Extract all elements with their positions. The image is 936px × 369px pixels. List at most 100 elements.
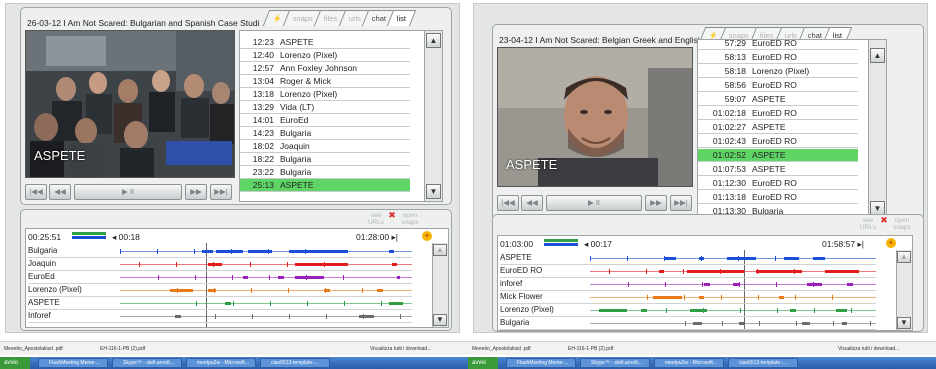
show-all-downloads[interactable]: Visualizza tutti i download... bbox=[838, 344, 899, 354]
speaking-segment[interactable] bbox=[207, 289, 217, 292]
speaking-segment[interactable] bbox=[359, 315, 375, 318]
taskbar-item[interactable]: Skype™ - stefi.arredi... bbox=[112, 358, 182, 368]
list-item[interactable]: 23:22 Bulgaria bbox=[240, 166, 410, 179]
see-urls-button[interactable]: see URLs bbox=[367, 212, 385, 226]
speaking-segment[interactable] bbox=[801, 322, 811, 325]
speaking-segment[interactable] bbox=[207, 263, 223, 266]
add-bubble-icon[interactable]: + bbox=[422, 231, 432, 241]
list-item[interactable]: 18:02 Joaquin bbox=[240, 140, 410, 153]
scroll-up-button[interactable]: ▲ bbox=[426, 33, 441, 48]
list-item[interactable]: 13:18 Lorenzo (Pixel) bbox=[240, 88, 410, 101]
speaking-segment[interactable] bbox=[641, 309, 648, 312]
timeline-scroll-up[interactable]: ▲ bbox=[433, 244, 447, 256]
play-pause-button[interactable]: ▶ II bbox=[546, 195, 642, 211]
download-item[interactable]: Meeetio_Apostolakisd .pdf bbox=[472, 344, 531, 354]
speaking-segment[interactable] bbox=[690, 309, 708, 312]
list-item[interactable]: 01:12:30 EuroED RO bbox=[698, 177, 858, 190]
rewind-button[interactable]: ◀◀ bbox=[521, 195, 543, 211]
speaking-segment[interactable] bbox=[598, 309, 628, 312]
speaking-segment[interactable] bbox=[824, 270, 859, 273]
speaking-segment[interactable] bbox=[388, 302, 404, 305]
speaking-segment[interactable] bbox=[295, 263, 348, 266]
taskbar-item[interactable]: FlashMeeting Meme-... bbox=[38, 358, 108, 368]
taskbar-item[interactable]: FlashMeeting Meme-... bbox=[506, 358, 576, 368]
list-item[interactable]: 25:13 ASPETE bbox=[240, 179, 410, 192]
speaking-segment[interactable] bbox=[692, 322, 702, 325]
speaking-segment[interactable] bbox=[687, 270, 745, 273]
list-item[interactable]: 01:07:53 ASPETE bbox=[698, 163, 858, 176]
show-all-downloads[interactable]: Visualizza tutti i download... bbox=[370, 344, 431, 354]
list-item[interactable]: 01:02:43 EuroED RO bbox=[698, 135, 858, 148]
list-item[interactable]: 18:22 Bulgaria bbox=[240, 153, 410, 166]
close-icon[interactable]: ✖ bbox=[387, 211, 397, 220]
speaking-segment[interactable] bbox=[698, 296, 705, 299]
speaking-segment[interactable] bbox=[778, 296, 785, 299]
speaking-segment[interactable] bbox=[704, 283, 711, 286]
speaking-segment[interactable] bbox=[201, 250, 214, 253]
list-item[interactable]: 01:02:27 ASPETE bbox=[698, 121, 858, 134]
close-icon[interactable]: ✖ bbox=[879, 216, 889, 225]
speaking-segment[interactable] bbox=[295, 276, 325, 279]
list-item[interactable]: 14:23 Bulgaria bbox=[240, 127, 410, 140]
speaking-segment[interactable] bbox=[175, 315, 182, 318]
speaking-segment[interactable] bbox=[169, 289, 193, 292]
list-item[interactable]: 12:40 Lorenzo (Pixel) bbox=[240, 49, 410, 62]
speaking-segment[interactable] bbox=[225, 302, 231, 305]
speaking-segment[interactable] bbox=[289, 250, 348, 253]
speaking-segment[interactable] bbox=[388, 250, 395, 253]
start-button[interactable]: avvio bbox=[468, 357, 498, 369]
speaking-segment[interactable] bbox=[847, 283, 854, 286]
taskbar-item[interactable]: meetpu2w - Microsoft... bbox=[186, 358, 256, 368]
timeline-scrollbar[interactable]: ▲ ▼ bbox=[432, 243, 448, 327]
see-urls-button[interactable]: see URLs bbox=[859, 217, 877, 231]
scroll-down-button[interactable]: ▼ bbox=[426, 184, 441, 199]
tab-list[interactable]: list bbox=[386, 10, 417, 26]
speaking-segment[interactable] bbox=[841, 322, 848, 325]
timeline-scroll-down[interactable]: ▼ bbox=[433, 314, 447, 326]
speaking-segment[interactable] bbox=[835, 309, 848, 312]
list-item[interactable]: 57:29 EuroED RO bbox=[698, 37, 858, 50]
list-item[interactable]: 58:56 EuroED RO bbox=[698, 79, 858, 92]
forward-end-button[interactable]: ▶▶| bbox=[210, 184, 232, 200]
list-item[interactable]: 01:02:52 ASPETE bbox=[698, 149, 858, 162]
speaking-segment[interactable] bbox=[242, 276, 249, 279]
list-item[interactable]: 13:29 Vida (LT) bbox=[240, 101, 410, 114]
list-item[interactable]: 14:01 EuroEd bbox=[240, 114, 410, 127]
speaking-segment[interactable] bbox=[216, 250, 243, 253]
list-item[interactable]: 01:13:18 EuroED RO bbox=[698, 191, 858, 204]
speaking-segment[interactable] bbox=[277, 276, 284, 279]
forward-button[interactable]: ▶▶ bbox=[185, 184, 207, 200]
list-scrollbar[interactable]: ▲ ▼ bbox=[868, 40, 886, 218]
rewind-start-button[interactable]: |◀◀ bbox=[497, 195, 519, 211]
rewind-button[interactable]: ◀◀ bbox=[49, 184, 71, 200]
list-item[interactable]: 59:07 ASPETE bbox=[698, 93, 858, 106]
list-item[interactable]: 13:04 Roger & Mick bbox=[240, 75, 410, 88]
speaking-segment[interactable] bbox=[397, 276, 401, 279]
open-snaps-button[interactable]: open snaps bbox=[891, 217, 913, 231]
scroll-up-button[interactable]: ▲ bbox=[870, 48, 885, 63]
speaking-segment[interactable] bbox=[376, 289, 383, 292]
download-item[interactable]: EH-116-1-PB (2).pdf bbox=[100, 344, 145, 354]
speaking-segment[interactable] bbox=[391, 263, 398, 266]
timeline-scroll-up[interactable]: ▲ bbox=[897, 251, 911, 263]
speaking-segment[interactable] bbox=[813, 257, 825, 260]
speaking-segment[interactable] bbox=[784, 257, 799, 260]
start-button[interactable]: avvio bbox=[0, 357, 30, 369]
rewind-start-button[interactable]: |◀◀ bbox=[25, 184, 47, 200]
timeline-scroll-down[interactable]: ▼ bbox=[897, 317, 911, 329]
list-item[interactable]: 01:02:18 EuroED RO bbox=[698, 107, 858, 120]
list-item[interactable]: 12:57 Ann Foxley Johnson bbox=[240, 62, 410, 75]
taskbar-item[interactable]: Skype™ - stefi.arredi... bbox=[580, 358, 650, 368]
speaking-segment[interactable] bbox=[738, 322, 745, 325]
forward-end-button[interactable]: ▶▶| bbox=[670, 195, 692, 211]
taskbar-item[interactable]: meetpu2w - Microsoft... bbox=[654, 358, 724, 368]
open-snaps-button[interactable]: open snaps bbox=[399, 212, 421, 226]
speaking-segment[interactable] bbox=[790, 309, 796, 312]
list-item[interactable]: 58:13 EuroED RO bbox=[698, 51, 858, 64]
download-item[interactable]: EH-116-1-PB (2).pdf bbox=[568, 344, 613, 354]
list-item[interactable]: 12:23 ASPETE bbox=[240, 36, 410, 49]
taskbar-item[interactable]: ciao6513-template-... bbox=[260, 358, 330, 368]
speaking-segment[interactable] bbox=[733, 283, 739, 286]
add-bubble-icon[interactable]: + bbox=[886, 238, 896, 248]
list-item[interactable]: 58:18 Lorenzo (Pixel) bbox=[698, 65, 858, 78]
